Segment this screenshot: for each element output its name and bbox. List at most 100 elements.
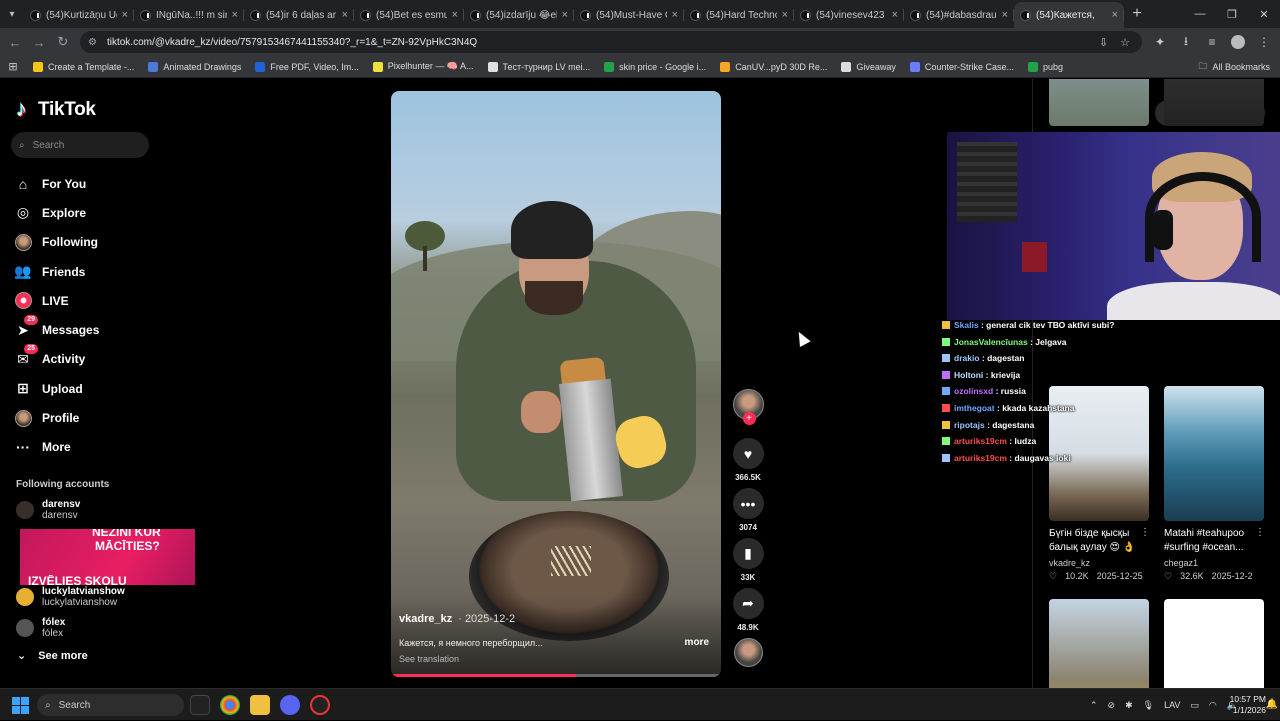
video-thumbnail[interactable] [1164,79,1264,126]
video-progress-bar[interactable] [391,674,721,677]
bookmark-item[interactable]: skin price - Google i... [597,58,713,76]
sidebar-item-upload[interactable]: ⊞ Upload [14,374,99,403]
browser-tab[interactable]: (54)ir 6 daļas ar vi × [244,2,354,28]
bookmark-item[interactable]: Pixelhunter — 🧠 A... [366,58,481,76]
windows-start-icon[interactable] [12,697,29,714]
bookmark-item[interactable]: Counter-Strike Case... [903,58,1021,76]
heart-icon[interactable]: ♥ [732,438,764,469]
bluetooth-icon[interactable]: ✱ [1125,700,1133,711]
media-control-icon[interactable]: ≡ [1200,31,1224,53]
bookmark-item[interactable]: Тест-турнир LV mei... [481,58,598,76]
browser-tab[interactable]: (54)Bet es esmu g × [354,2,464,28]
video-thumbnail[interactable] [1049,79,1149,126]
bookmark-item[interactable]: Free PDF, Video, Im... [248,58,365,76]
download-icon[interactable]: ⭳ [1174,31,1198,53]
monitor-icon[interactable]: ▭ [1190,700,1199,711]
language-indicator[interactable]: LAV [1164,700,1180,710]
tab-close-icon[interactable]: × [1112,9,1118,21]
bookmark-icon[interactable]: ▮ [732,538,764,569]
sidebar-item-messages[interactable]: ➤ 29 Messages [14,315,99,344]
task-view-icon[interactable] [190,695,210,715]
notification-bell-icon[interactable]: 🔔 [1266,699,1278,710]
related-video-card[interactable]: Matahi #teahupoo #surfing #ocean... ⋮ cheg… [1164,386,1267,582]
share-icon[interactable]: ➦ [732,588,764,619]
bookmark-item[interactable]: CanUV...pyD 30D Re... [713,58,834,76]
browser-tab[interactable]: (54)vinesev423 (@ × [794,2,904,28]
tab-close-icon[interactable]: × [232,9,238,21]
video-author[interactable]: vkadre_kz · 2025-12-2 [399,613,515,625]
minimize-icon[interactable]: — [1184,0,1216,28]
card-title[interactable]: Бүгін бізде қысқы балық аулау 😍 👌 [1049,527,1152,555]
tray-chevron-icon[interactable]: ⌃ [1090,700,1098,711]
sidebar-item-more[interactable]: ··· More [14,433,99,462]
tab-close-icon[interactable]: × [452,9,458,21]
browser-tab[interactable]: (54)Кажется, × [1014,2,1124,28]
tab-close-icon[interactable]: × [122,9,128,21]
profile-avatar-icon[interactable] [1231,35,1245,49]
creator-avatar[interactable]: + [732,389,764,425]
tab-close-icon[interactable]: × [672,9,678,21]
comment-icon[interactable]: ••• [732,488,764,519]
sidebar-item-live[interactable]: LIVE [14,286,99,315]
sidebar-item-explore[interactable]: ◎ Explore [14,198,99,227]
forward-icon[interactable]: → [27,30,51,54]
omnibox[interactable]: ⚙ tiktok.com/@vkadre_kz/video/7579153467… [80,31,1142,53]
card-author[interactable]: chegaz1 [1164,558,1267,568]
reload-icon[interactable]: ↻ [51,30,75,54]
follow-plus-icon[interactable]: + [742,412,756,425]
following-account[interactable]: darensv darensv [16,499,80,521]
browser-tab[interactable]: (54)Hard Techno V × [684,2,794,28]
discord-icon[interactable] [280,695,300,715]
bookmark-item[interactable]: Animated Drawings [141,58,248,76]
more-options-icon[interactable]: ⋮ [1140,527,1150,538]
following-account[interactable]: fólex fólex [16,617,65,639]
chrome-menu-icon[interactable]: ⋮ [1252,31,1276,53]
tab-search-icon[interactable]: ▾ [0,0,24,28]
video-thumbnail[interactable] [1164,599,1264,688]
all-bookmarks-button[interactable]: 🗀 All Bookmarks [1198,59,1270,75]
sidebar-item-following[interactable]: Following [14,228,99,257]
related-video-card[interactable] [1049,599,1152,688]
new-tab-button[interactable]: + [1124,5,1150,23]
tab-close-icon[interactable]: × [892,9,898,21]
sidebar-item-friends[interactable]: 👥 Friends [14,257,99,286]
tab-close-icon[interactable]: × [562,9,568,21]
extensions-icon[interactable]: ✦ [1148,31,1172,53]
browser-tab[interactable]: (54)#dabasdraug × [904,2,1014,28]
microphone-icon[interactable]: 🎙 [1143,700,1154,711]
video-player[interactable]: vkadre_kz · 2025-12-2 Кажется, я немного … [391,91,721,677]
taskbar-search[interactable]: ⌕ Search [37,694,184,716]
bookmark-item[interactable]: Create a Template -... [26,58,141,76]
following-account[interactable]: luckylatvianshow luckylatvianshow [16,586,125,608]
url-text[interactable]: tiktok.com/@vkadre_kz/video/757915346744… [107,37,1099,48]
bookmark-item[interactable]: pubg [1021,58,1070,76]
caption-more-link[interactable]: more [685,637,709,648]
see-translation-link[interactable]: See translation [399,654,459,664]
install-app-icon[interactable]: ⇩ [1099,36,1108,49]
sidebar-item-for-you[interactable]: ⌂ For You [14,169,99,198]
card-title[interactable]: Matahi #teahupoo #surfing #ocean... [1164,527,1267,555]
tab-close-icon[interactable]: × [782,9,788,21]
network-icon[interactable]: ⊘ [1108,700,1116,711]
bookmark-star-icon[interactable]: ☆ [1120,36,1130,49]
back-icon[interactable]: ← [3,30,27,54]
browser-tab[interactable]: INgūNa..!!! m sing × [134,2,244,28]
author-name[interactable]: vkadre_kz [399,613,452,625]
chrome-icon[interactable] [220,695,240,715]
browser-tab[interactable]: (54)izdarīju 😂elp × [464,2,574,28]
tab-close-icon[interactable]: × [1002,9,1008,21]
related-video-card[interactable] [1164,599,1267,688]
file-explorer-icon[interactable] [250,695,270,715]
tiktok-logo[interactable]: TikTok [16,96,96,122]
promo-ad-overlay[interactable]: NEZINI KUR MĀCĪTIES? IZVĒLIES SKOLU [20,529,195,585]
sound-disc-icon[interactable] [733,638,763,667]
sidebar-item-profile[interactable]: Profile [14,403,99,432]
apps-grid-icon[interactable]: ⊞ [0,60,26,73]
tab-close-icon[interactable]: × [342,9,348,21]
wifi-icon[interactable]: ◠ [1209,700,1217,711]
sidebar-item-activity[interactable]: ✉ 25 Activity [14,344,99,374]
clock[interactable]: 10:57 PM 1/1/2026 [1230,694,1266,716]
search-input[interactable]: ⌕ Search [11,132,149,158]
site-info-icon[interactable]: ⚙ [88,37,97,48]
restore-icon[interactable]: ❐ [1216,0,1248,28]
